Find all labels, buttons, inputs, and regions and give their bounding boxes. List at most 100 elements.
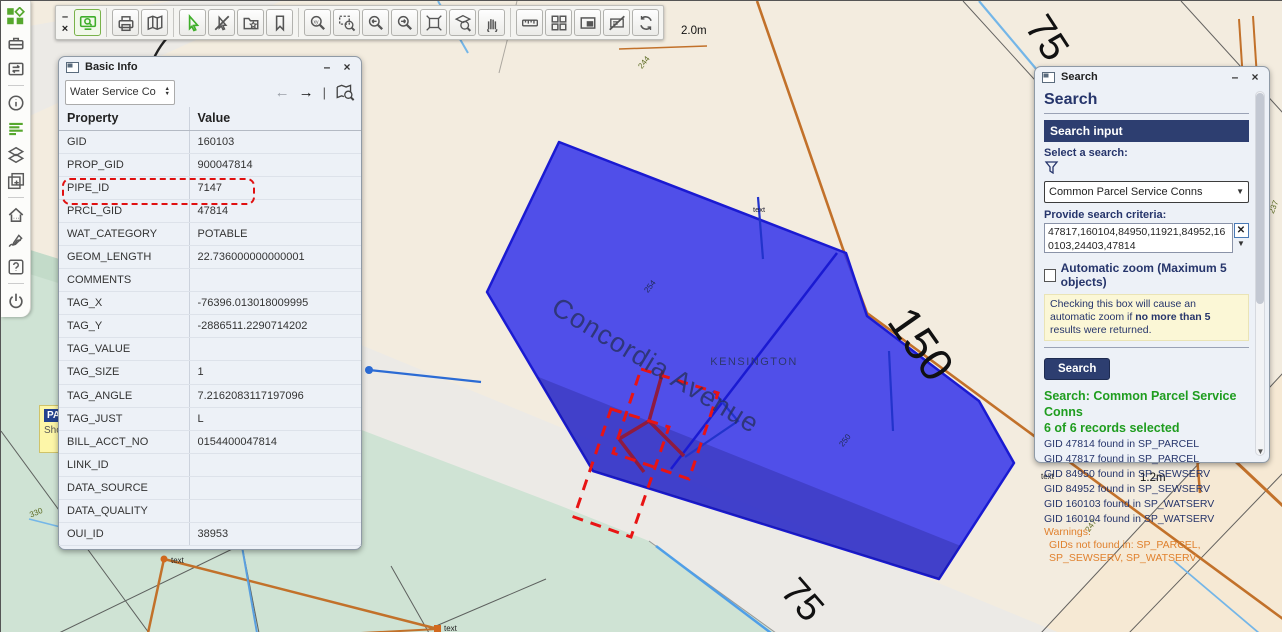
- value-cell: [189, 338, 361, 361]
- sketch-button[interactable]: [5, 230, 27, 251]
- table-row[interactable]: PIPE_ID7147: [59, 176, 361, 199]
- water-valve[interactable]: [365, 366, 373, 374]
- overview-map-button[interactable]: [574, 9, 601, 36]
- print-button[interactable]: [112, 9, 139, 36]
- zoom-next-button[interactable]: [391, 9, 418, 36]
- criteria-label: Provide search criteria:: [1044, 209, 1249, 221]
- clear-selection-button[interactable]: [208, 9, 235, 36]
- value-cell: [189, 476, 361, 499]
- legend-button[interactable]: [5, 118, 27, 139]
- value-cell: 900047814: [189, 153, 361, 176]
- table-row[interactable]: TAG_VALUE: [59, 338, 361, 361]
- zoom-window-button[interactable]: [333, 9, 360, 36]
- search-button[interactable]: Search: [1044, 358, 1110, 380]
- layer-selector-value: Water Service Co: [70, 86, 162, 98]
- zoom-to-feature-icon[interactable]: [335, 83, 355, 101]
- property-cell: TAG_SIZE: [59, 361, 189, 384]
- data-exchange-button[interactable]: [5, 58, 27, 79]
- toolbox-button[interactable]: [5, 32, 27, 53]
- hide-labels-button[interactable]: [603, 9, 630, 36]
- close-button[interactable]: ×: [1248, 70, 1262, 84]
- table-row[interactable]: DATA_SOURCE: [59, 476, 361, 499]
- record-navigation: ← → |: [275, 83, 355, 101]
- table-row[interactable]: TAG_ANGLE7.2162083117197096: [59, 384, 361, 407]
- result-header: Search: Common Parcel Service Conns: [1044, 388, 1249, 420]
- value-cell: 38953: [189, 523, 361, 546]
- zoom-selected-button[interactable]: [449, 9, 476, 36]
- value-cell: 0154400047814: [189, 430, 361, 453]
- zoom-extent-button[interactable]: [420, 9, 447, 36]
- home-icon: [7, 206, 25, 224]
- minimize-button[interactable]: –: [1228, 70, 1242, 84]
- info-icon: [7, 94, 25, 112]
- add-map-button[interactable]: [5, 170, 27, 191]
- table-row[interactable]: PRCL_GID47814: [59, 199, 361, 222]
- power-button[interactable]: [5, 290, 27, 311]
- info-button[interactable]: [5, 92, 27, 113]
- toolbar-close-button[interactable]: ×: [62, 23, 68, 35]
- measure-button[interactable]: [516, 9, 543, 36]
- table-row[interactable]: BILL_ACCT_NO0154400047814: [59, 430, 361, 453]
- clear-criteria-button[interactable]: ✕: [1234, 223, 1249, 238]
- search-heading: Search: [1044, 91, 1249, 109]
- result-line: GID 47814 found in SP_PARCEL: [1044, 438, 1249, 451]
- scroll-down-icon[interactable]: ▼: [1256, 447, 1265, 456]
- zoom-xy-button[interactable]: xy: [304, 9, 331, 36]
- sewer-node[interactable]: [161, 556, 168, 563]
- home-button[interactable]: [5, 204, 27, 225]
- autozoom-checkbox[interactable]: [1044, 269, 1056, 282]
- layers-button[interactable]: [5, 144, 27, 165]
- map-book-button[interactable]: [141, 9, 168, 36]
- property-cell: TAG_Y: [59, 315, 189, 338]
- map-label-text-4: text: [444, 624, 458, 632]
- refresh-button[interactable]: [632, 9, 659, 36]
- table-row[interactable]: WAT_CATEGORYPOTABLE: [59, 222, 361, 245]
- table-row[interactable]: LINK_ID: [59, 453, 361, 476]
- sewer-node-2[interactable]: [434, 625, 441, 632]
- table-row[interactable]: OUI_ID38953: [59, 523, 361, 546]
- search-type-select[interactable]: Common Parcel Service Conns ▼: [1044, 181, 1249, 203]
- divider: [1044, 113, 1249, 114]
- table-row[interactable]: GEOM_LENGTH22.736000000000001: [59, 245, 361, 268]
- basic-info-titlebar[interactable]: Basic Info – ×: [59, 57, 361, 77]
- table-row[interactable]: COMMENTS: [59, 269, 361, 292]
- search-titlebar[interactable]: Search – ×: [1035, 67, 1269, 87]
- value-cell: 22.736000000000001: [189, 245, 361, 268]
- property-cell: LINK_ID: [59, 453, 189, 476]
- pan-button[interactable]: [478, 9, 505, 36]
- map-label-2m: 2.0m: [681, 25, 707, 37]
- close-button[interactable]: ×: [340, 60, 354, 74]
- zoom-selected-icon: [454, 14, 472, 32]
- toolbar-minimize-button[interactable]: –: [62, 11, 68, 23]
- previous-record-button[interactable]: ←: [275, 85, 290, 100]
- table-row[interactable]: TAG_Y-2886511.2290714202: [59, 315, 361, 338]
- scrollbar-thumb[interactable]: [1256, 93, 1264, 304]
- table-row[interactable]: TAG_X-76396.013018009995: [59, 292, 361, 315]
- result-line: GID 84950 found in SP_SEWSERV: [1044, 468, 1249, 481]
- app-logo[interactable]: [5, 6, 27, 27]
- table-row[interactable]: TAG_SIZE1: [59, 361, 361, 384]
- scrollbar[interactable]: ▼: [1255, 91, 1265, 456]
- criteria-dropdown-icon[interactable]: ▼: [1237, 238, 1245, 250]
- map-toolbar: – ×: [55, 5, 664, 40]
- zoom-previous-button[interactable]: [362, 9, 389, 36]
- panel-window-icon: [1042, 72, 1055, 83]
- table-row[interactable]: TAG_JUSTL: [59, 407, 361, 430]
- criteria-row: 47817,160104,84950,11921,84952,160103,24…: [1044, 223, 1249, 253]
- table-row[interactable]: PROP_GID900047814: [59, 153, 361, 176]
- help-icon: [7, 258, 25, 276]
- grid-button[interactable]: [545, 9, 572, 36]
- table-row[interactable]: GID160103: [59, 130, 361, 153]
- next-record-button[interactable]: →: [299, 85, 314, 100]
- select-arrow-icon: [184, 14, 202, 32]
- minimize-button[interactable]: –: [320, 60, 334, 74]
- zoom-next-icon: [396, 14, 414, 32]
- table-row[interactable]: DATA_QUALITY: [59, 500, 361, 523]
- help-button[interactable]: [5, 256, 27, 277]
- search-criteria-input[interactable]: 47817,160104,84950,11921,84952,160103,24…: [1044, 223, 1233, 253]
- layer-selector[interactable]: Water Service Co ▲▼: [65, 80, 175, 105]
- bookmarks-button[interactable]: [266, 9, 293, 36]
- identify-tool-button[interactable]: [74, 9, 101, 36]
- select-tool-button[interactable]: [179, 9, 206, 36]
- saved-extents-button[interactable]: [237, 9, 264, 36]
